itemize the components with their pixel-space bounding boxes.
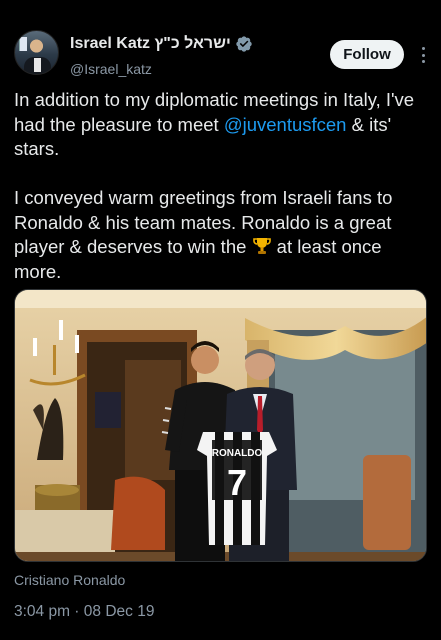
juventus-jersey: RONALDO 7 xyxy=(197,432,277,545)
avatar-shirt-detail xyxy=(34,58,41,72)
mention-link[interactable]: @juventusfcen xyxy=(224,114,347,135)
tweet-timestamp[interactable]: 3:04 pm · 08 Dec 19 xyxy=(14,603,154,621)
avatar-flag-detail xyxy=(19,37,27,51)
jersey-number-text: 7 xyxy=(227,462,247,503)
more-vertical-icon[interactable] xyxy=(417,45,429,65)
trophy-icon xyxy=(252,238,271,254)
author-handle[interactable]: @Israel_katz xyxy=(70,61,152,77)
tweet-photo[interactable]: RONALDO 7 xyxy=(14,289,427,562)
follow-button[interactable]: Follow xyxy=(330,40,404,69)
tweet-body: In addition to my diplomatic meetings in… xyxy=(14,88,426,309)
verified-badge-icon xyxy=(236,36,252,52)
author-display-name[interactable]: Israel Katz ישראל כ"ץ xyxy=(70,35,231,53)
jersey-name-text: RONALDO xyxy=(212,448,263,459)
tweet-paragraph-2: I conveyed warm greetings from Israeli f… xyxy=(14,186,426,284)
author-name-row: Israel Katz ישראל כ"ץ xyxy=(70,35,253,53)
author-avatar[interactable] xyxy=(14,30,59,75)
photo-caption: Cristiano Ronaldo xyxy=(14,572,126,588)
tweet-paragraph-1: In addition to my diplomatic meetings in… xyxy=(14,88,426,162)
photo-scene: RONALDO 7 xyxy=(15,290,426,561)
tweet-header: Israel Katz ישראל כ"ץ @Israel_katz Follo… xyxy=(14,30,427,80)
